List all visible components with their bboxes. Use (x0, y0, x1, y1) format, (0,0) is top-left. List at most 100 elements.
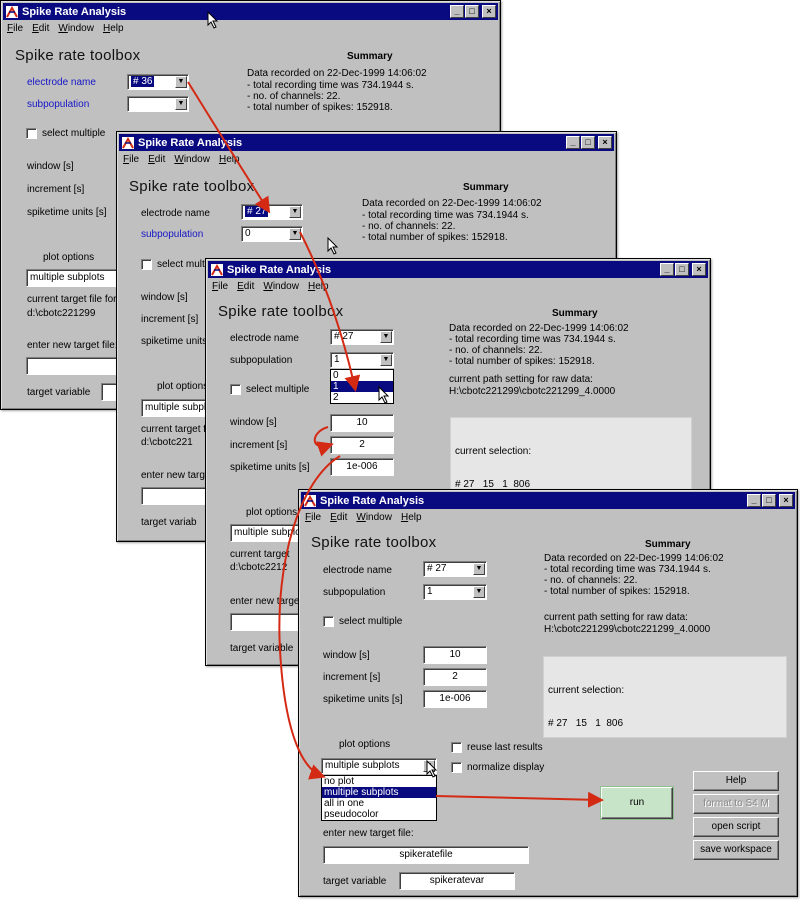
menu-file[interactable]: File (305, 512, 321, 526)
select-multiple-checkbox[interactable] (323, 616, 334, 627)
menu-edit[interactable]: Edit (148, 154, 165, 168)
format-button[interactable]: format to S4 M (693, 794, 779, 814)
menu-window[interactable]: Window (174, 154, 210, 168)
minimize-icon[interactable]: _ (566, 136, 580, 149)
plot-options-label: plot options (157, 381, 209, 392)
menu-file[interactable]: File (123, 154, 139, 168)
menu-window[interactable]: Window (356, 512, 392, 526)
spiketime-input[interactable]: 1e-006 (330, 458, 394, 476)
subpopulation-combo[interactable]: 0 ▼ (241, 226, 303, 242)
enter-target-label: enter new targe (141, 470, 211, 481)
electrode-combo[interactable]: # 27 ▼ (423, 561, 487, 577)
close-icon[interactable]: × (692, 263, 706, 276)
mouse-cursor-icon (426, 760, 438, 778)
help-button[interactable]: Help (693, 771, 779, 791)
increment-input[interactable]: 2 (330, 436, 394, 454)
electrode-combo[interactable]: # 27 ▼ (330, 329, 394, 345)
target-file-input[interactable] (141, 487, 211, 505)
summary-title: Summary (645, 539, 691, 550)
summary-recorded: Data recorded on 22-Dec-1999 14:06:02 (247, 68, 427, 79)
maximize-icon[interactable]: □ (581, 136, 595, 149)
plot-option-all-in-one[interactable]: all in one (322, 798, 436, 809)
target-file-value: d:\cbotc2212 (230, 562, 288, 573)
subpopulation-combo[interactable]: 1 ▼ (423, 584, 487, 600)
chevron-down-icon[interactable]: ▼ (175, 98, 187, 110)
window-4: Spike Rate Analysis _ □ × File Edit Wind… (298, 489, 798, 897)
title-bar[interactable]: Spike Rate Analysis _ □ × (301, 492, 795, 509)
electrode-combo[interactable]: # 27 ▼ (241, 204, 303, 220)
select-multiple-checkbox[interactable] (230, 384, 241, 395)
increment-input[interactable]: 2 (423, 668, 487, 686)
target-variable-input[interactable]: spikeratevar (399, 872, 515, 890)
title-bar[interactable]: Spike Rate Analysis _ □ × (3, 3, 498, 20)
run-button[interactable]: run (600, 786, 674, 820)
menu-help[interactable]: Help (308, 281, 329, 295)
plot-options-combo[interactable]: multiple subplots ▼ (321, 758, 437, 774)
chevron-down-icon[interactable]: ▼ (473, 563, 485, 575)
subpopulation-combo[interactable]: ▼ (127, 96, 189, 112)
menu-edit[interactable]: Edit (32, 23, 49, 37)
close-icon[interactable]: × (482, 5, 496, 18)
target-variable-label: target variab (141, 517, 197, 528)
minimize-icon[interactable]: _ (450, 5, 464, 18)
target-file-label: current target (230, 549, 290, 560)
current-selection-panel: current selection: # 27 15 1 806 (450, 417, 692, 491)
toolbox-title: Spike rate toolbox (15, 47, 141, 64)
window-label: window [s] (323, 650, 370, 661)
plot-option-pseudocolor[interactable]: pseudocolor (322, 809, 436, 820)
save-workspace-button[interactable]: save workspace (693, 840, 779, 860)
plot-option-no-plot[interactable]: no plot (322, 776, 436, 787)
chevron-down-icon[interactable]: ▼ (175, 76, 187, 88)
subpopulation-combo[interactable]: 1 ▼ (330, 352, 394, 368)
menu-file[interactable]: File (7, 23, 23, 37)
window-input[interactable]: 10 (330, 414, 394, 432)
normalize-display-checkbox[interactable] (451, 762, 462, 773)
plot-option-multiple-subplots[interactable]: multiple subplots (322, 787, 436, 798)
menu-edit[interactable]: Edit (330, 512, 347, 526)
close-icon[interactable]: × (779, 494, 793, 507)
maximize-icon[interactable]: □ (762, 494, 776, 507)
chevron-down-icon[interactable]: ▼ (473, 586, 485, 598)
minimize-icon[interactable]: _ (660, 263, 674, 276)
title-bar[interactable]: Spike Rate Analysis _ □ × (208, 261, 708, 278)
summary-lines: - total recording time was 734.1944 s. -… (449, 334, 616, 367)
select-multiple-checkbox[interactable] (26, 128, 37, 139)
minimize-icon[interactable]: _ (747, 494, 761, 507)
title-bar[interactable]: Spike Rate Analysis _ □ × (119, 134, 614, 151)
mouse-cursor-icon (207, 11, 219, 29)
chevron-down-icon[interactable]: ▼ (289, 206, 301, 218)
menu-edit[interactable]: Edit (237, 281, 254, 295)
select-multiple-label: select multiple (339, 616, 403, 627)
chevron-down-icon[interactable]: ▼ (380, 354, 392, 366)
menu-window[interactable]: Window (263, 281, 299, 295)
menu-window[interactable]: Window (58, 23, 94, 37)
electrode-combo[interactable]: # 36 ▼ (127, 74, 189, 90)
maximize-icon[interactable]: □ (675, 263, 689, 276)
menu-help[interactable]: Help (219, 154, 240, 168)
reuse-results-checkbox[interactable] (451, 742, 462, 753)
summary-title: Summary (463, 182, 509, 193)
chevron-down-icon[interactable]: ▼ (289, 228, 301, 240)
subpop-option-0[interactable]: 0 (331, 370, 393, 381)
target-file-input[interactable]: spikeratefile (323, 846, 529, 864)
plot-options-select[interactable]: multiple subplo (230, 524, 304, 542)
menu-file[interactable]: File (212, 281, 228, 295)
window-input[interactable]: 10 (423, 646, 487, 664)
menu-help[interactable]: Help (401, 512, 422, 526)
menu-help[interactable]: Help (103, 23, 124, 37)
mouse-cursor-icon (378, 386, 390, 404)
path-value: H:\cbotc221299\cbotc221299_4.0000 (449, 386, 616, 397)
open-script-button[interactable]: open script (693, 817, 779, 837)
target-file-input[interactable] (230, 613, 300, 631)
menu-bar: File Edit Window Help (212, 281, 329, 295)
electrode-label: electrode name (323, 565, 392, 576)
maximize-icon[interactable]: □ (465, 5, 479, 18)
chevron-down-icon[interactable]: ▼ (380, 331, 392, 343)
close-icon[interactable]: × (598, 136, 612, 149)
select-multiple-checkbox[interactable] (141, 259, 152, 270)
summary-lines: - total recording time was 734.1944 s. -… (544, 564, 711, 597)
plot-options-select[interactable]: multiple subplots (26, 269, 122, 287)
plot-options-dropdown[interactable]: no plot multiple subplots all in one pse… (321, 775, 437, 821)
spiketime-input[interactable]: 1e-006 (423, 690, 487, 708)
app-icon (6, 5, 18, 18)
